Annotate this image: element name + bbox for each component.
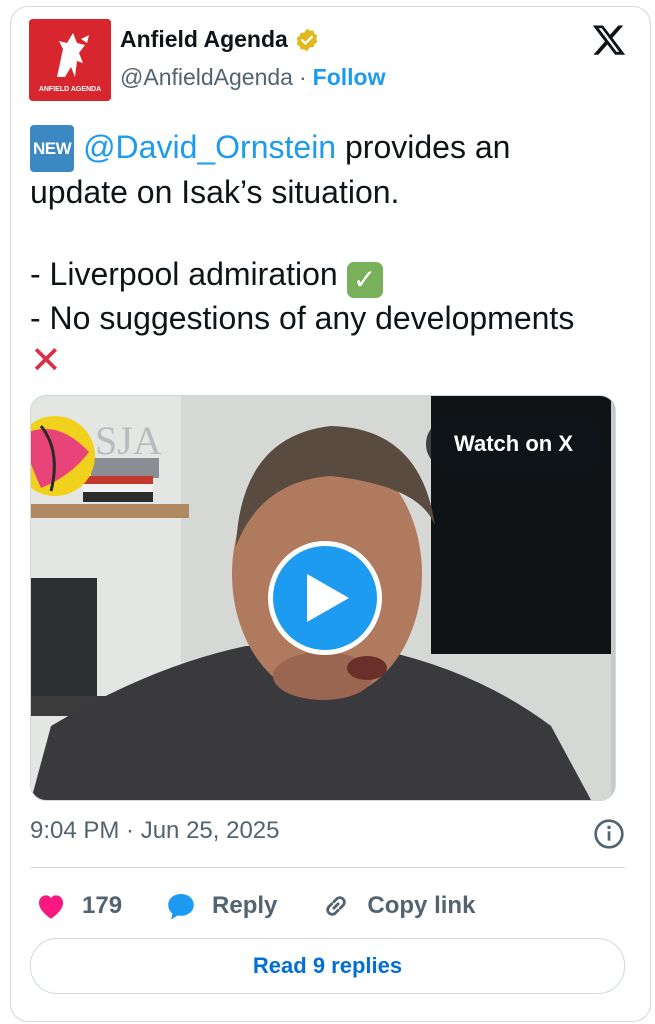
mention-link[interactable]: @David_Ornstein [83, 129, 336, 165]
tweet-timestamp[interactable]: 9:04 PM · Jun 25, 2025 [30, 817, 280, 845]
read-replies-button[interactable]: Read 9 replies [30, 938, 625, 994]
play-icon [307, 574, 349, 622]
new-badge-icon: NEW [30, 125, 75, 172]
avatar[interactable]: ANFIELD AGENDA [29, 19, 111, 101]
check-mark-icon: ✓ [346, 262, 383, 298]
video-thumbnail[interactable]: SJA Watch on X [30, 395, 616, 801]
author-handle[interactable]: @AnfieldAgenda [120, 64, 293, 91]
like-count: 179 [82, 892, 123, 919]
tweet-item-2: - No suggestions of any developments ✕ [30, 298, 610, 380]
verified-badge-icon [296, 28, 318, 51]
handle-row: @AnfieldAgenda · Follow [120, 64, 385, 91]
reply-bubble-icon [168, 893, 194, 920]
copy-link-button[interactable]: Copy link [319, 889, 475, 923]
follow-button[interactable]: Follow [313, 64, 386, 91]
shelf-letters: SJA [95, 418, 162, 463]
reply-label: Reply [212, 892, 278, 919]
author-name-row[interactable]: Anfield Agenda [120, 26, 320, 53]
reply-button[interactable]: Reply [164, 889, 277, 923]
author-name[interactable]: Anfield Agenda [120, 26, 288, 53]
link-icon [326, 896, 347, 916]
divider [30, 867, 625, 868]
tweet-item-2-text: - No suggestions of any developments [30, 300, 575, 336]
avatar-caption: ANFIELD AGENDA [39, 86, 101, 93]
liverbird-logo-icon: ANFIELD AGENDA [29, 19, 111, 101]
play-button[interactable] [268, 541, 382, 655]
action-bar: 179 Reply Copy link [34, 884, 517, 928]
separator-dot: · [298, 64, 307, 90]
heart-icon [38, 895, 64, 919]
info-icon[interactable] [593, 818, 625, 850]
cross-mark-icon: ✕ [30, 340, 62, 382]
like-button[interactable]: 179 [34, 889, 122, 923]
copy-link-label: Copy link [367, 892, 476, 919]
watch-on-x-button[interactable]: Watch on X [426, 418, 601, 470]
tweet-text: NEW @David_Ornstein provides an update o… [30, 125, 610, 380]
tweet-item-1: - Liverpool admiration ✓ [30, 254, 610, 298]
x-logo-icon[interactable] [591, 22, 627, 58]
tweet-item-1-text: - Liverpool admiration [30, 256, 347, 292]
tweet-line-1: NEW @David_Ornstein provides an update o… [30, 125, 610, 213]
